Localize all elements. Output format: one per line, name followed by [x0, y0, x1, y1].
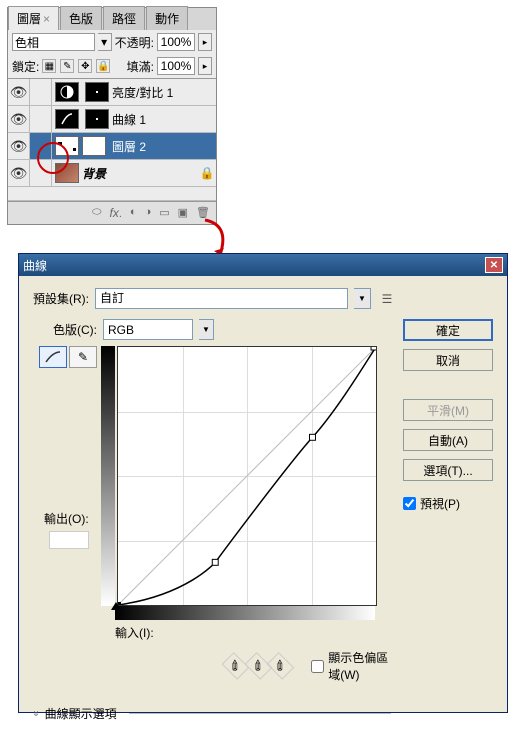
- tab-channels[interactable]: 色版: [60, 6, 102, 30]
- channel-label: 色版(C):: [53, 321, 97, 338]
- opacity-flyout-icon[interactable]: ▸: [198, 33, 212, 51]
- mask-thumb[interactable]: [85, 82, 109, 102]
- layers-list: 👁 亮度/對比 1 👁 曲線 1 👁 圖層 2 👁 背景 🔒: [8, 78, 216, 202]
- lock-fill-row: 鎖定: ▦ ✎ ✥ 🔒 填滿: ▸: [8, 54, 216, 78]
- close-button[interactable]: ✕: [485, 257, 503, 273]
- black-eyedropper-icon[interactable]: ✐: [222, 652, 249, 679]
- curves-chart[interactable]: [117, 346, 377, 606]
- adjustment-thumb[interactable]: [55, 82, 79, 102]
- link-cell[interactable]: [30, 160, 52, 186]
- annotation-arrow: [200, 215, 230, 255]
- panel-tabs: 圖層× 色版 路徑 動作: [8, 8, 216, 30]
- channel-dropdown-icon[interactable]: ▼: [199, 319, 214, 340]
- fill-input[interactable]: [157, 57, 195, 75]
- adjustment-icon[interactable]: ◑: [145, 206, 152, 220]
- layer-thumb[interactable]: [55, 136, 79, 156]
- curve-svg: [118, 347, 376, 605]
- output-value-field[interactable]: [49, 531, 89, 549]
- preset-select[interactable]: 自訂: [95, 288, 348, 309]
- display-options-label[interactable]: 曲線顯示選項: [45, 705, 117, 722]
- visibility-icon[interactable]: 👁: [8, 106, 30, 132]
- y-gradient: [101, 346, 115, 606]
- mask-thumb[interactable]: [82, 136, 106, 156]
- options-button[interactable]: 選項(T)...: [403, 459, 493, 481]
- fill-flyout-icon[interactable]: ▸: [198, 57, 212, 75]
- white-eyedropper-icon[interactable]: ✐: [267, 652, 294, 679]
- channel-select[interactable]: RGB: [103, 319, 193, 340]
- curve-tool-icon[interactable]: [39, 346, 67, 368]
- link-cell[interactable]: [30, 106, 52, 132]
- opacity-input[interactable]: [157, 33, 195, 51]
- adjustment-thumb[interactable]: [55, 109, 79, 129]
- lock-all-icon[interactable]: 🔒: [96, 59, 110, 73]
- dialog-titlebar[interactable]: 曲線 ✕: [19, 254, 507, 276]
- lock-position-icon[interactable]: ✥: [78, 59, 92, 73]
- preview-checkbox[interactable]: 預視(P): [403, 495, 493, 512]
- tab-close-icon[interactable]: ×: [43, 12, 50, 26]
- dialog-title: 曲線: [23, 257, 47, 274]
- layer-name[interactable]: 亮度/對比 1: [112, 84, 216, 101]
- lock-pixels-icon[interactable]: ✎: [60, 59, 74, 73]
- clipping-checkbox[interactable]: 顯示色偏區域(W): [311, 649, 391, 683]
- layer-row[interactable]: 👁 亮度/對比 1: [8, 79, 216, 106]
- visibility-icon[interactable]: 👁: [8, 160, 30, 186]
- link-cell[interactable]: [30, 79, 52, 105]
- lock-icons: ▦ ✎ ✥ 🔒: [42, 59, 110, 73]
- pencil-tool-icon[interactable]: ✎: [69, 346, 97, 368]
- panel-footer: ⬭ fx. ◐ ◑ ▭ ▣ 🗑: [8, 202, 216, 224]
- layer-name[interactable]: 曲線 1: [112, 111, 216, 128]
- mask-icon[interactable]: ◐: [130, 206, 137, 220]
- lock-transparency-icon[interactable]: ▦: [42, 59, 56, 73]
- tab-paths[interactable]: 路徑: [103, 6, 145, 30]
- fx-icon[interactable]: fx.: [110, 206, 122, 220]
- x-gradient[interactable]: [115, 606, 375, 620]
- opacity-label: 不透明:: [115, 34, 154, 51]
- layer-row[interactable]: 👁 背景 🔒: [8, 160, 216, 187]
- output-label-pos: 輸出(O):: [44, 510, 89, 549]
- tab-layers[interactable]: 圖層×: [8, 6, 59, 30]
- empty-row: [8, 187, 216, 201]
- layer-row[interactable]: 👁 曲線 1: [8, 106, 216, 133]
- curves-dialog: 曲線 ✕ 預設集(R): 自訂 ▼ ☰ 色版(C): RGB ▼: [18, 253, 508, 713]
- blend-mode-select[interactable]: 色相: [12, 33, 95, 51]
- visibility-icon[interactable]: 👁: [8, 79, 30, 105]
- layers-panel: 圖層× 色版 路徑 動作 色相 ▾ 不透明: ▸ 鎖定: ▦ ✎ ✥ 🔒 填滿:…: [7, 7, 217, 225]
- smooth-button[interactable]: 平滑(M): [403, 399, 493, 421]
- fill-label: 填滿:: [127, 58, 154, 75]
- preset-label: 預設集(R):: [33, 290, 89, 307]
- lock-label: 鎖定:: [12, 58, 39, 75]
- mask-thumb[interactable]: [85, 109, 109, 129]
- blend-opacity-row: 色相 ▾ 不透明: ▸: [8, 30, 216, 54]
- layer-name[interactable]: 背景: [82, 165, 198, 182]
- layer-name[interactable]: 圖層 2: [112, 138, 216, 155]
- cancel-button[interactable]: 取消: [403, 349, 493, 371]
- auto-button[interactable]: 自動(A): [403, 429, 493, 451]
- blend-mode-dropdown-icon[interactable]: ▾: [98, 33, 112, 51]
- preset-dropdown-icon[interactable]: ▼: [354, 288, 371, 309]
- link-cell[interactable]: [30, 133, 52, 159]
- layer-thumb[interactable]: [55, 163, 79, 183]
- input-label: 輸入(I):: [115, 626, 154, 640]
- expand-icon[interactable]: »: [30, 711, 41, 717]
- visibility-icon[interactable]: 👁: [8, 133, 30, 159]
- lock-icon: 🔒: [198, 166, 216, 180]
- link-layers-icon[interactable]: ⬭: [92, 206, 101, 220]
- preset-menu-icon[interactable]: ☰: [377, 289, 397, 309]
- group-icon[interactable]: ▭: [159, 206, 169, 220]
- ok-button[interactable]: 確定: [403, 319, 493, 341]
- new-layer-icon[interactable]: ▣: [178, 206, 188, 220]
- black-point-slider[interactable]: [111, 602, 121, 610]
- layer-row[interactable]: 👁 圖層 2: [8, 133, 216, 160]
- tab-actions[interactable]: 動作: [146, 6, 188, 30]
